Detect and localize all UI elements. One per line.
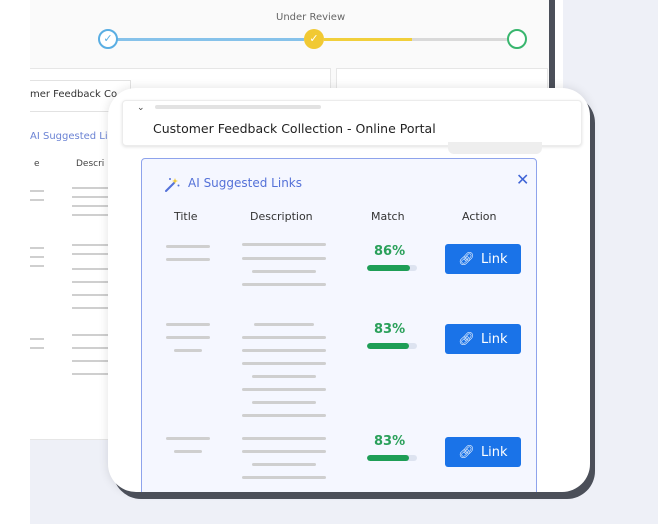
background-title-text: mer Feedback Co: [30, 89, 118, 100]
background-skeleton: [72, 196, 108, 198]
column-header-action: Action: [462, 210, 497, 223]
ai-suggested-links-panel: AI Suggested Links ✕ Title Description M…: [141, 158, 537, 492]
match-bar: [367, 265, 417, 271]
match-bar-fill: [367, 343, 409, 349]
stepper-track-pending: [412, 38, 507, 41]
column-header-match: Match: [371, 210, 405, 223]
background-skeleton: [72, 360, 108, 362]
match-bar-fill: [367, 455, 409, 461]
progress-stepper: Under Review ✓ ✓: [98, 10, 528, 50]
background-skeleton: [30, 247, 44, 249]
match-bar: [367, 455, 417, 461]
description-skeleton: [242, 388, 326, 391]
link-button-label: Link: [480, 444, 508, 460]
description-skeleton: [252, 463, 316, 466]
title-skeleton: [166, 323, 210, 326]
header-skeleton: [155, 105, 321, 109]
suggested-links-card: ⌄ Customer Feedback Collection - Online …: [108, 88, 590, 492]
background-skeleton: [72, 187, 108, 189]
link-icon: 🔗︎: [458, 251, 475, 267]
link-button-label: Link: [480, 251, 508, 267]
background-skeleton: [72, 347, 108, 349]
background-section-title: AI Suggested Lir: [30, 131, 112, 142]
description-skeleton: [242, 349, 326, 352]
background-skeleton: [72, 205, 108, 207]
stepper-track-current: [324, 38, 412, 41]
chevron-down-icon[interactable]: ⌄: [137, 103, 145, 113]
description-skeleton: [242, 476, 326, 479]
description-skeleton: [252, 375, 316, 378]
magic-wand-icon: [165, 178, 180, 192]
match-percentage: 83%: [374, 434, 406, 449]
background-skeleton: [30, 190, 44, 192]
description-skeleton: [242, 362, 326, 365]
description-skeleton: [242, 283, 326, 286]
title-skeleton: [166, 437, 210, 440]
background-skeleton: [30, 265, 44, 267]
background-skeleton: [72, 253, 108, 255]
title-skeleton: [166, 245, 210, 248]
description-skeleton: [252, 270, 316, 273]
background-skeleton: [72, 214, 108, 216]
background-skeleton: [72, 373, 108, 375]
match-bar: [367, 343, 417, 349]
description-skeleton: [242, 414, 326, 417]
description-skeleton: [242, 437, 326, 440]
link-button-label: Link: [480, 331, 508, 347]
description-skeleton: [242, 257, 326, 260]
link-icon: 🔗︎: [458, 331, 475, 347]
background-skeleton: [72, 294, 108, 296]
background-col-description: Descri: [76, 159, 105, 169]
record-header[interactable]: ⌄ Customer Feedback Collection - Online …: [122, 100, 582, 146]
column-header-title: Title: [174, 210, 198, 223]
panel-title: AI Suggested Links: [188, 176, 302, 190]
title-skeleton: [166, 336, 210, 339]
description-skeleton: [252, 401, 316, 404]
title-skeleton: [166, 258, 210, 261]
link-button[interactable]: 🔗︎ Link: [445, 324, 521, 354]
match-percentage: 86%: [374, 244, 406, 259]
background-skeleton: [30, 199, 44, 201]
background-skeleton: [30, 256, 44, 258]
description-skeleton: [242, 450, 326, 453]
link-button[interactable]: 🔗︎ Link: [445, 244, 521, 274]
step-done-check-icon[interactable]: ✓: [98, 29, 118, 49]
description-skeleton: [242, 243, 326, 246]
match-percentage: 83%: [374, 322, 406, 337]
background-skeleton: [72, 281, 108, 283]
description-skeleton: [254, 323, 314, 326]
step-pending-circle-icon[interactable]: [507, 29, 527, 49]
background-skeleton: [72, 244, 108, 246]
link-icon: 🔗︎: [458, 444, 475, 460]
background-skeleton: [30, 347, 44, 349]
title-skeleton: [174, 450, 202, 453]
match-bar-fill: [367, 265, 410, 271]
link-button[interactable]: 🔗︎ Link: [445, 437, 521, 467]
description-skeleton: [242, 336, 326, 339]
record-title: Customer Feedback Collection - Online Po…: [153, 121, 436, 136]
background-skeleton: [72, 268, 108, 270]
background-skeleton: [30, 338, 44, 340]
background-skeleton: [72, 307, 108, 309]
background-col-title: e: [34, 159, 40, 169]
column-header-description: Description: [250, 210, 313, 223]
header-tab: [448, 142, 542, 154]
step-current-label: Under Review: [276, 12, 346, 23]
stepper-track-done: [112, 38, 304, 41]
background-skeleton: [72, 334, 108, 336]
title-skeleton: [174, 349, 202, 352]
step-current-check-icon[interactable]: ✓: [304, 29, 324, 49]
close-icon[interactable]: ✕: [516, 170, 529, 189]
